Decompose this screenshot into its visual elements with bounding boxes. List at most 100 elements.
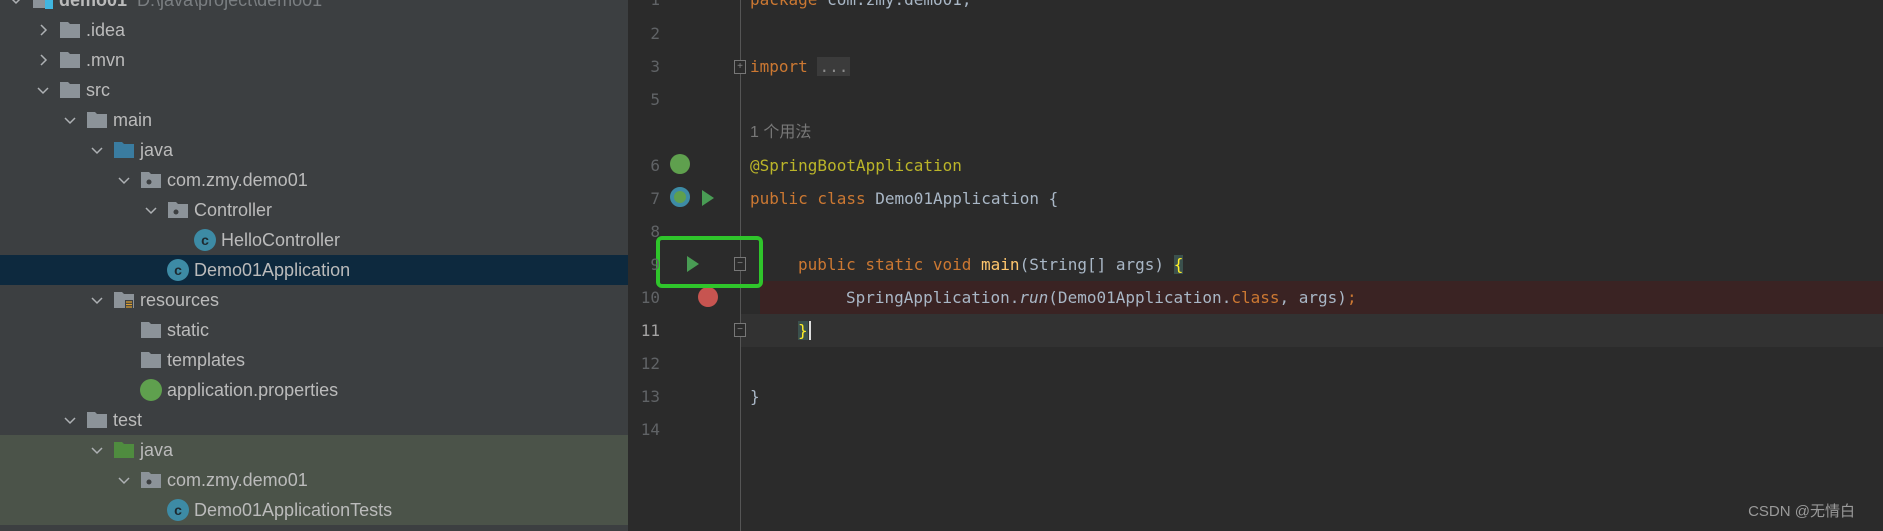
- tree-item-label: Demo01Application: [194, 259, 351, 280]
- line-number[interactable]: 6: [628, 149, 660, 182]
- chevron-down-icon[interactable]: [89, 292, 105, 308]
- tree-item[interactable]: c Demo01Application: [0, 255, 628, 285]
- folder-icon: [59, 81, 81, 99]
- code-text: com.zmy.demo01;: [817, 0, 972, 9]
- tree-item[interactable]: test: [0, 405, 628, 435]
- tree-item[interactable]: com.zmy.demo01: [0, 165, 628, 195]
- code-line-13: }: [750, 387, 760, 406]
- chevron-down-icon[interactable]: [116, 472, 132, 488]
- code-line-1: package com.zmy.demo01;: [750, 0, 972, 16]
- tree-item-label: src: [86, 79, 110, 100]
- folder-icon: [140, 321, 162, 339]
- keyword: package: [750, 0, 817, 9]
- chevron-down-icon[interactable]: [89, 142, 105, 158]
- line-number[interactable]: 13: [628, 380, 660, 413]
- keyword: import: [750, 57, 808, 76]
- module-folder-icon: [32, 0, 54, 9]
- folder-icon: [59, 51, 81, 69]
- code-line-11: }: [798, 314, 811, 347]
- tree-item-label: static: [167, 319, 210, 340]
- tree-item[interactable]: application.properties: [0, 375, 628, 405]
- tree-item-label: .idea: [86, 19, 126, 40]
- chevron-down-icon[interactable]: [143, 202, 159, 218]
- tree-item[interactable]: static: [0, 315, 628, 345]
- folded-imports[interactable]: ...: [817, 57, 851, 76]
- chevron-down-icon[interactable]: [35, 82, 51, 98]
- code-line-6: @SpringBootApplication: [750, 156, 962, 175]
- folder-icon: [86, 111, 108, 129]
- code-text: , args): [1279, 288, 1347, 307]
- tree-item-label: HelloController: [221, 229, 341, 250]
- package-icon: [140, 471, 162, 489]
- fold-collapse-icon[interactable]: −: [734, 323, 746, 337]
- chevron-down-icon[interactable]: [62, 112, 78, 128]
- watermark: CSDN @无情白: [1748, 503, 1855, 520]
- line-number[interactable]: 5: [628, 83, 660, 116]
- chevron-down-icon[interactable]: [116, 172, 132, 188]
- line-number[interactable]: 3: [628, 50, 660, 83]
- class-icon: c: [194, 229, 216, 251]
- tree-item-label: java: [140, 439, 174, 460]
- line-number[interactable]: 14: [628, 413, 660, 446]
- tree-item-label: com.zmy.demo01: [167, 469, 308, 490]
- tree-item-label: java: [140, 139, 174, 160]
- chevron-right-icon[interactable]: [35, 52, 51, 68]
- line-number[interactable]: 7: [628, 182, 660, 215]
- tree-item[interactable]: main: [0, 105, 628, 135]
- tree-item[interactable]: resources: [0, 285, 628, 315]
- tree-item-label: .mvn: [86, 49, 126, 70]
- line-number[interactable]: 8: [628, 215, 660, 248]
- code-text: SpringApplication.: [846, 288, 1020, 307]
- text-cursor: [808, 321, 811, 340]
- current-line-highlight: [740, 314, 1883, 347]
- line-number[interactable]: 9: [628, 248, 660, 281]
- tree-item[interactable]: c Demo01ApplicationTests: [0, 495, 628, 525]
- fold-expand-icon[interactable]: +: [734, 60, 746, 74]
- tree-item[interactable]: .mvn: [0, 45, 628, 75]
- breakpoint-icon[interactable]: [698, 287, 718, 307]
- code-line-3: import ...: [750, 50, 851, 83]
- run-class-icon[interactable]: [702, 190, 714, 206]
- method-call: run: [1019, 288, 1049, 307]
- line-number[interactable]: 1: [628, 0, 660, 16]
- folder-icon: [86, 411, 108, 429]
- code-line-9: public static void main(String[] args) {: [798, 248, 1184, 281]
- keyword: public static void: [798, 255, 972, 274]
- source-folder-icon: [113, 141, 135, 159]
- tree-item-label: resources: [140, 289, 220, 310]
- tree-item[interactable]: java: [0, 135, 628, 165]
- code-line-10: SpringApplication.run(Demo01Application.…: [846, 281, 1357, 314]
- package-icon: [140, 171, 162, 189]
- code-text: Demo01Application {: [865, 189, 1059, 208]
- line-number[interactable]: 12: [628, 347, 660, 380]
- chevron-right-icon[interactable]: [35, 22, 51, 38]
- usage-hint[interactable]: 1 个用法: [750, 116, 811, 149]
- line-number[interactable]: 2: [628, 17, 660, 50]
- spring-boot-class-gutter-icon[interactable]: [670, 187, 690, 207]
- project-tree-panel: demo01 D:\java\project\demo01 .idea .mvn src…: [0, 0, 628, 531]
- tree-item[interactable]: c HelloController: [0, 225, 628, 255]
- spring-bean-icon[interactable]: [670, 154, 690, 174]
- tree-item[interactable]: .idea: [0, 15, 628, 45]
- tree-item[interactable]: java: [0, 435, 628, 465]
- project-path: D:\java\project\demo01: [137, 0, 322, 11]
- tree-item[interactable]: src: [0, 75, 628, 105]
- line-number[interactable]: 10: [628, 281, 660, 314]
- chevron-down-icon[interactable]: [62, 412, 78, 428]
- tree-item-label: main: [113, 109, 153, 130]
- tree-item-label: Controller: [194, 199, 273, 220]
- resources-folder-icon: [113, 291, 135, 309]
- method-name: main: [981, 255, 1020, 274]
- code-text: (Demo01Application.: [1048, 288, 1232, 307]
- tree-item[interactable]: demo01 D:\java\project\demo01: [0, 0, 628, 15]
- chevron-down-icon[interactable]: [8, 0, 24, 8]
- line-number[interactable]: 11: [628, 314, 660, 347]
- tree-item[interactable]: com.zmy.demo01: [0, 465, 628, 495]
- tree-item[interactable]: templates: [0, 345, 628, 375]
- chevron-down-icon[interactable]: [89, 442, 105, 458]
- tree-item[interactable]: Controller: [0, 195, 628, 225]
